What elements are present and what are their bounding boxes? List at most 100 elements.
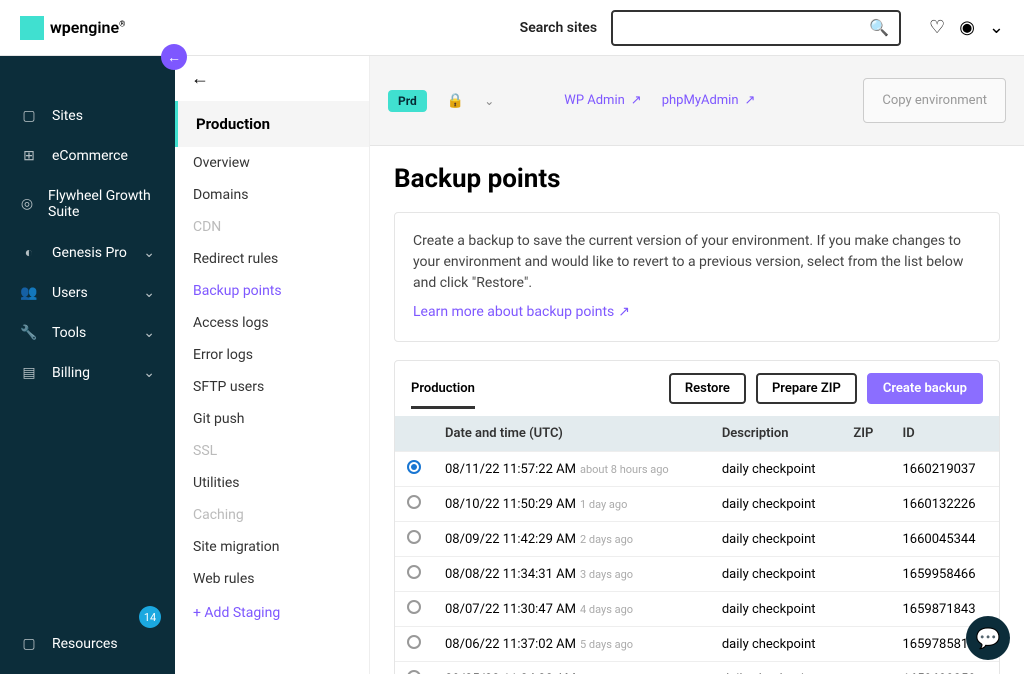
relative-time: 3 days ago <box>580 568 633 581</box>
cell-id: 1660132226 <box>890 487 999 522</box>
sidebar-icon: 🔧 <box>20 325 38 341</box>
cell-id: 1659699258 <box>890 662 999 674</box>
sidebar-icon: ▤ <box>20 365 38 381</box>
sidebar-item-label: Billing <box>52 365 90 381</box>
table-row[interactable]: 08/09/22 11:42:29 AM2 days agodaily chec… <box>395 522 999 557</box>
tab-production[interactable]: Production <box>411 381 475 409</box>
subnav: ← Production OverviewDomainsCDNRedirect … <box>175 56 370 674</box>
subnav-item[interactable]: Overview <box>175 147 369 179</box>
sidebar: ← ▢Sites⊞eCommerce◎Flywheel Growth Suite… <box>0 56 175 674</box>
account-icon[interactable]: ◉ <box>959 17 975 38</box>
external-link-icon: ↗ <box>618 302 630 323</box>
sidebar-item[interactable]: ▢Sites <box>0 96 175 136</box>
row-radio[interactable] <box>407 635 421 649</box>
row-radio[interactable] <box>407 530 421 544</box>
info-text: Create a backup to save the current vers… <box>413 231 981 294</box>
backup-table-box: Production Restore Prepare ZIP Create ba… <box>394 360 1000 674</box>
search-input[interactable] <box>623 20 869 36</box>
create-backup-button[interactable]: Create backup <box>867 373 983 404</box>
row-radio[interactable] <box>407 670 421 674</box>
cell-description: daily checkpoint <box>710 592 842 627</box>
row-radio[interactable] <box>407 495 421 509</box>
subnav-item[interactable]: Access logs <box>175 307 369 339</box>
back-arrow-icon[interactable]: ← <box>191 68 209 89</box>
sidebar-item[interactable]: ▤ Billing ⌄ <box>0 353 175 393</box>
page: Prd 🔒 ⌄ WP Admin ↗ phpMyAdmin ↗ Copy env… <box>370 56 1024 674</box>
notification-badge: 14 <box>139 606 161 628</box>
row-radio[interactable] <box>407 600 421 614</box>
table-row[interactable]: 08/06/22 11:37:02 AM5 days agodaily chec… <box>395 627 999 662</box>
search-icon[interactable]: 🔍 <box>869 18 889 37</box>
search-label: Search sites <box>520 20 597 36</box>
sidebar-item[interactable]: ⊞eCommerce <box>0 136 175 176</box>
cell-description: daily checkpoint <box>710 452 842 487</box>
cell-datetime: 08/05/22 11:34:23 AM6 days ago <box>433 662 710 674</box>
add-staging-button[interactable]: + Add Staging <box>175 595 369 631</box>
table-row[interactable]: 08/07/22 11:30:47 AM4 days agodaily chec… <box>395 592 999 627</box>
row-radio[interactable] <box>407 460 421 474</box>
learn-more-link[interactable]: Learn more about backup points ↗ <box>413 302 630 323</box>
wp-admin-link[interactable]: WP Admin ↗ <box>564 93 641 108</box>
subnav-item[interactable]: Error logs <box>175 339 369 371</box>
search-input-wrapper[interactable]: 🔍 <box>611 10 901 46</box>
account-chevron-icon[interactable]: ⌄ <box>989 17 1004 38</box>
chat-fab[interactable]: 💬 <box>966 616 1010 660</box>
sidebar-item-label: Users <box>52 285 88 301</box>
phpmyadmin-link[interactable]: phpMyAdmin ↗ <box>662 93 756 108</box>
cell-id: 1660045344 <box>890 522 999 557</box>
chevron-down-icon: ⌄ <box>143 365 155 381</box>
sidebar-item[interactable]: ◎Flywheel Growth Suite <box>0 176 175 232</box>
subnav-item: SSL <box>175 435 369 467</box>
subnav-title[interactable]: Production <box>175 101 369 147</box>
sidebar-item-resources[interactable]: 14 ▢ Resources <box>0 624 175 664</box>
subnav-item[interactable]: Utilities <box>175 467 369 499</box>
relative-time: 5 days ago <box>580 638 633 651</box>
table-row[interactable]: 08/11/22 11:57:22 AMabout 8 hours agodai… <box>395 452 999 487</box>
cell-datetime: 08/06/22 11:37:02 AM5 days ago <box>433 627 710 662</box>
cell-zip <box>841 662 890 674</box>
cell-zip <box>841 592 890 627</box>
help-icon[interactable]: ♡ <box>929 17 945 38</box>
chevron-down-icon: ⌄ <box>143 285 155 301</box>
logo-icon <box>20 16 44 40</box>
sidebar-item-label: eCommerce <box>52 148 128 164</box>
subnav-item[interactable]: Site migration <box>175 531 369 563</box>
prepare-zip-button[interactable]: Prepare ZIP <box>756 373 857 404</box>
sidebar-item-label: Resources <box>52 636 118 652</box>
collapse-sidebar-button[interactable]: ← <box>161 44 187 70</box>
page-header: Prd 🔒 ⌄ WP Admin ↗ phpMyAdmin ↗ Copy env… <box>370 56 1024 146</box>
env-chevron-icon[interactable]: ⌄ <box>484 94 494 108</box>
col-description: Description <box>710 416 842 452</box>
external-link-icon: ↗ <box>745 93 756 108</box>
subnav-item[interactable]: Domains <box>175 179 369 211</box>
copy-environment-button[interactable]: Copy environment <box>863 78 1006 123</box>
lock-icon: 🔒 <box>447 93 464 109</box>
subnav-item[interactable]: Redirect rules <box>175 243 369 275</box>
subnav-item[interactable]: Backup points <box>175 275 369 307</box>
sidebar-item[interactable]: ◐Genesis Pro⌄ <box>0 232 175 273</box>
cell-description: daily checkpoint <box>710 522 842 557</box>
table-row[interactable]: 08/10/22 11:50:29 AM1 day agodaily check… <box>395 487 999 522</box>
cell-datetime: 08/10/22 11:50:29 AM1 day ago <box>433 487 710 522</box>
sidebar-icon: ◐ <box>20 244 38 261</box>
subnav-item: CDN <box>175 211 369 243</box>
sidebar-item-label: Flywheel Growth Suite <box>48 188 155 220</box>
restore-button[interactable]: Restore <box>669 373 746 404</box>
logo: wpengine® <box>20 16 125 40</box>
subnav-item[interactable]: Git push <box>175 403 369 435</box>
cell-datetime: 08/11/22 11:57:22 AMabout 8 hours ago <box>433 452 710 487</box>
subnav-item[interactable]: SFTP users <box>175 371 369 403</box>
sidebar-item[interactable]: 👥Users⌄ <box>0 273 175 313</box>
cell-zip <box>841 452 890 487</box>
cell-zip <box>841 627 890 662</box>
chevron-down-icon: ⌄ <box>143 245 155 261</box>
sidebar-item[interactable]: 🔧Tools⌄ <box>0 313 175 353</box>
sidebar-icon: ▢ <box>20 108 38 124</box>
resources-icon: ▢ <box>20 636 38 652</box>
cell-id: 1659958466 <box>890 557 999 592</box>
row-radio[interactable] <box>407 565 421 579</box>
table-row[interactable]: 08/08/22 11:34:31 AM3 days agodaily chec… <box>395 557 999 592</box>
subnav-item[interactable]: Web rules <box>175 563 369 595</box>
table-row[interactable]: 08/05/22 11:34:23 AM6 days agodaily chec… <box>395 662 999 674</box>
env-badge[interactable]: Prd <box>388 90 427 112</box>
